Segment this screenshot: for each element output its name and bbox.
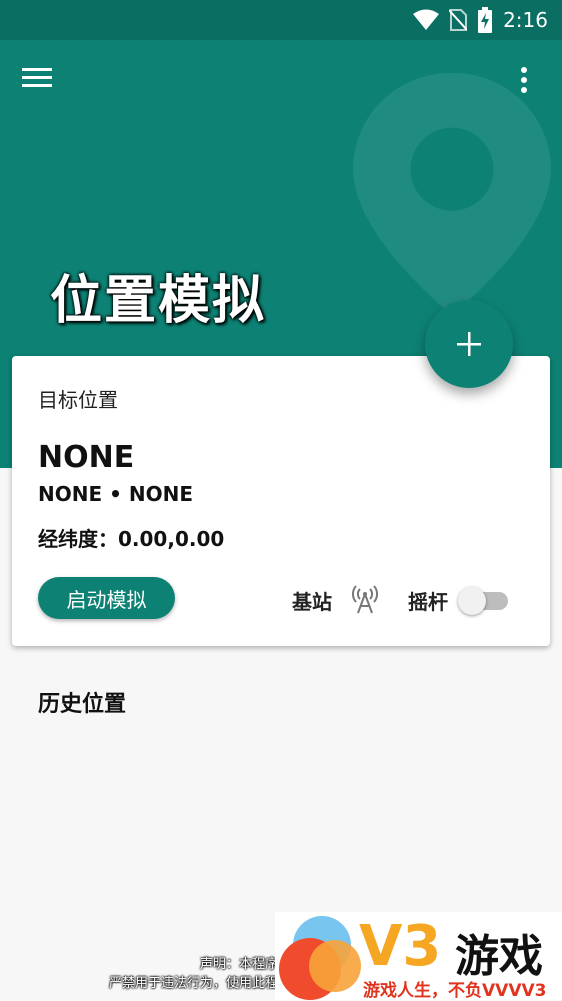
place-subtitle: NONE • NONE — [38, 482, 193, 506]
more-vert-icon[interactable] — [520, 66, 544, 106]
music-note-icon — [309, 940, 361, 992]
no-sim-icon — [449, 8, 468, 32]
history-title: 历史位置 — [38, 692, 127, 717]
target-location-card: 目标位置 NONE NONE • NONE 经纬度：0.00,0.00 启动模拟… — [12, 356, 550, 646]
menu-icon[interactable] — [22, 66, 62, 106]
joystick-toggle[interactable] — [458, 586, 510, 615]
disclaimer-line-2: 严禁用于违法行为，使用此程序所 — [108, 976, 304, 991]
start-simulation-button[interactable]: 启动模拟 — [38, 577, 175, 619]
disclaimer-line-1: 声明：本程序仅供 — [199, 957, 304, 972]
disclaimer-text: 声明：本程序仅供 严禁用于违法行为，使用此程序所 — [44, 955, 304, 993]
place-name: NONE — [38, 440, 135, 475]
status-bar: 2:16 — [0, 0, 562, 40]
watermark-brand: V3 — [359, 914, 442, 979]
cell-tower-icon[interactable] — [352, 584, 378, 618]
joystick-label: 摇杆 — [408, 590, 448, 614]
page-title: 位置模拟 — [50, 271, 267, 331]
add-location-button[interactable] — [425, 300, 513, 388]
wifi-icon — [413, 9, 440, 31]
watermark-logo: V3 游戏 游戏人生，不负VVVV3 — [275, 912, 562, 1001]
coordinates: 经纬度：0.00,0.00 — [38, 527, 225, 551]
card-label: 目标位置 — [38, 388, 118, 412]
clock: 2:16 — [503, 8, 548, 32]
add-icon — [457, 332, 481, 356]
watermark-slogan: 游戏人生，不负VVVV3 — [363, 981, 547, 1001]
toggle-thumb — [458, 587, 486, 615]
base-station-label: 基站 — [292, 590, 332, 614]
watermark-brand-cn: 游戏 — [455, 931, 543, 982]
battery-charging-icon — [477, 7, 493, 33]
